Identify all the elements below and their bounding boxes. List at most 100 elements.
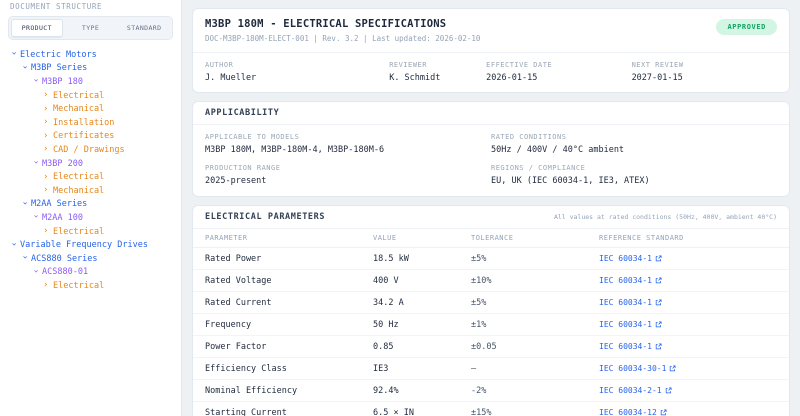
tree-item-cad-drawings[interactable]: › CAD / Drawings (8, 143, 173, 157)
chevron-right-icon: › (43, 227, 49, 236)
tree-item-label: Variable Frequency Drives (20, 240, 148, 250)
parameter-tolerance: – (471, 358, 599, 379)
external-link-icon (660, 409, 667, 416)
chevron-right-icon: › (43, 132, 49, 141)
status-badge: APPROVED (716, 19, 777, 35)
document-header-card: M3BP 180M - ELECTRICAL SPECIFICATIONS DO… (192, 8, 790, 93)
tree-item-m2aa-series[interactable]: ›M2AA Series (8, 198, 173, 212)
tree-item-m3bp-200[interactable]: ›M3BP 200 (8, 157, 173, 171)
parameters-header: ELECTRICAL PARAMETERS All values at rate… (193, 206, 789, 229)
tree-item-electrical[interactable]: ›Electrical (8, 89, 173, 103)
reference-standard-label: IEC 60034-1 (599, 342, 652, 351)
tree-item-label: M3BP 200 (42, 159, 83, 169)
field-value: J. Mueller (205, 73, 389, 83)
tree-item-label: Electrical (53, 172, 104, 182)
reference-cell: IEC 60034-1 (599, 314, 777, 335)
field-value: K. Schmidt (389, 73, 486, 83)
reference-standard-label: IEC 60034-30-1 (599, 364, 666, 373)
external-link-icon (655, 255, 662, 262)
parameter-name: Starting Current (205, 402, 373, 416)
parameter-value: 0.85 (373, 336, 471, 357)
meta-next-review: NEXT REVIEW2027-01-15 (632, 61, 777, 83)
tree-item-installation[interactable]: ›Installation (8, 116, 173, 130)
applicability-applicable-to-models: APPLICABLE TO MODELSM3BP 180M, M3BP-180M… (205, 133, 491, 155)
tree-item-m3bp-180[interactable]: ›M3BP 180 (8, 75, 173, 89)
table-row: Rated Power18.5 kW±5%IEC 60034-1 (193, 248, 789, 270)
reference-standard-label: IEC 60034-1 (599, 276, 652, 285)
parameter-name: Rated Voltage (205, 270, 373, 291)
document-title: M3BP 180M - ELECTRICAL SPECIFICATIONS (205, 18, 480, 30)
tree-item-variable-frequency-drives[interactable]: ›Variable Frequency Drives (8, 238, 173, 252)
parameter-name: Frequency (205, 314, 373, 335)
chevron-down-icon: › (31, 160, 40, 166)
tree-item-label: ACS880 Series (31, 254, 98, 264)
reference-standard-link[interactable]: IEC 60034-1 (599, 342, 662, 351)
chevron-right-icon: › (43, 145, 49, 154)
parameters-title: ELECTRICAL PARAMETERS (205, 212, 325, 222)
tree-item-certificates[interactable]: ›Certificates (8, 130, 173, 144)
chevron-down-icon: › (9, 241, 18, 247)
tree-item-acs880-series[interactable]: ›ACS880 Series (8, 252, 173, 266)
reference-standard-link[interactable]: IEC 60034-12 (599, 408, 667, 416)
field-value: 50Hz / 400V / 40°C ambient (491, 145, 777, 155)
view-switcher: PRODUCTTYPESTANDARD (8, 16, 173, 40)
parameter-name: Rated Power (205, 248, 373, 269)
document-header: M3BP 180M - ELECTRICAL SPECIFICATIONS DO… (205, 18, 777, 43)
reference-standard-link[interactable]: IEC 60034-2-1 (599, 386, 672, 395)
table-row: Nominal Efficiency92.4%-2%IEC 60034-2-1 (193, 380, 789, 402)
reference-standard-link[interactable]: IEC 60034-1 (599, 276, 662, 285)
table-row: Rated Voltage400 V±10%IEC 60034-1 (193, 270, 789, 292)
field-label: REGIONS / COMPLIANCE (491, 164, 777, 172)
tree-item-electrical[interactable]: ›Electrical (8, 279, 173, 293)
reference-standard-link[interactable]: IEC 60034-1 (599, 298, 662, 307)
tree-item-m3bp-series[interactable]: ›M3BP Series (8, 62, 173, 76)
column-header-parameter: PARAMETER (205, 229, 373, 247)
view-tab-standard[interactable]: STANDARD (118, 19, 170, 37)
table-row: Frequency50 Hz±1%IEC 60034-1 (193, 314, 789, 336)
parameter-name: Nominal Efficiency (205, 380, 373, 401)
external-link-icon (669, 365, 676, 372)
reference-standard-label: IEC 60034-1 (599, 254, 652, 263)
tree-item-label: CAD / Drawings (53, 145, 125, 155)
tree-item-acs880-01[interactable]: ›ACS880-01 (8, 266, 173, 280)
chevron-down-icon: › (9, 51, 18, 57)
meta-author: AUTHOR J. Mueller (205, 61, 389, 83)
tree-item-label: Electrical (53, 227, 104, 237)
tree-item-mechanical[interactable]: ›Mechanical (8, 184, 173, 198)
table-header-row: PARAMETERVALUETOLERANCEREFERENCE STANDAR… (193, 229, 789, 248)
applicability-title: APPLICABILITY (205, 108, 279, 118)
parameter-value: IE3 (373, 358, 471, 379)
tree-item-label: M3BP Series (31, 63, 87, 73)
chevron-right-icon: › (43, 186, 49, 195)
tree-item-electrical[interactable]: ›Electrical (8, 170, 173, 184)
tree-item-m2aa-100[interactable]: ›M2AA 100 (8, 211, 173, 225)
chevron-down-icon: › (20, 64, 29, 70)
applicability-fields: APPLICABLE TO MODELSM3BP 180M, M3BP-180M… (193, 125, 789, 196)
tree-item-label: Electric Motors (20, 50, 97, 60)
chevron-right-icon: › (43, 91, 49, 100)
field-value: 2027-01-15 (632, 73, 777, 83)
reference-cell: IEC 60034-12 (599, 402, 777, 416)
view-tab-product[interactable]: PRODUCT (11, 19, 63, 37)
column-header-value: VALUE (373, 229, 471, 247)
tree-item-electric-motors[interactable]: ›Electric Motors (8, 48, 173, 62)
tree-item-label: Installation (53, 118, 114, 128)
tree-item-mechanical[interactable]: ›Mechanical (8, 102, 173, 116)
sidebar-title: DOCUMENT STRUCTURE (10, 2, 173, 11)
tree-item-electrical[interactable]: › Electrical (8, 225, 173, 239)
sidebar: DOCUMENT STRUCTURE PRODUCTTYPESTANDARD ›… (0, 0, 182, 416)
parameter-value: 400 V (373, 270, 471, 291)
view-tab-type[interactable]: TYPE (65, 19, 117, 37)
parameter-tolerance: ±5% (471, 292, 599, 313)
field-label: AUTHOR (205, 61, 389, 69)
tree-item-label: Electrical (53, 281, 104, 291)
reference-cell: IEC 60034-1 (599, 336, 777, 357)
document-title-block: M3BP 180M - ELECTRICAL SPECIFICATIONS DO… (205, 18, 480, 43)
reference-standard-link[interactable]: IEC 60034-1 (599, 254, 662, 263)
reference-standard-link[interactable]: IEC 60034-30-1 (599, 364, 676, 373)
table-row: Starting Current6.5 × IN±15%IEC 60034-12 (193, 402, 789, 416)
reference-standard-link[interactable]: IEC 60034-1 (599, 320, 662, 329)
parameter-value: 34.2 A (373, 292, 471, 313)
parameter-value: 6.5 × IN (373, 402, 471, 416)
parameter-value: 92.4% (373, 380, 471, 401)
